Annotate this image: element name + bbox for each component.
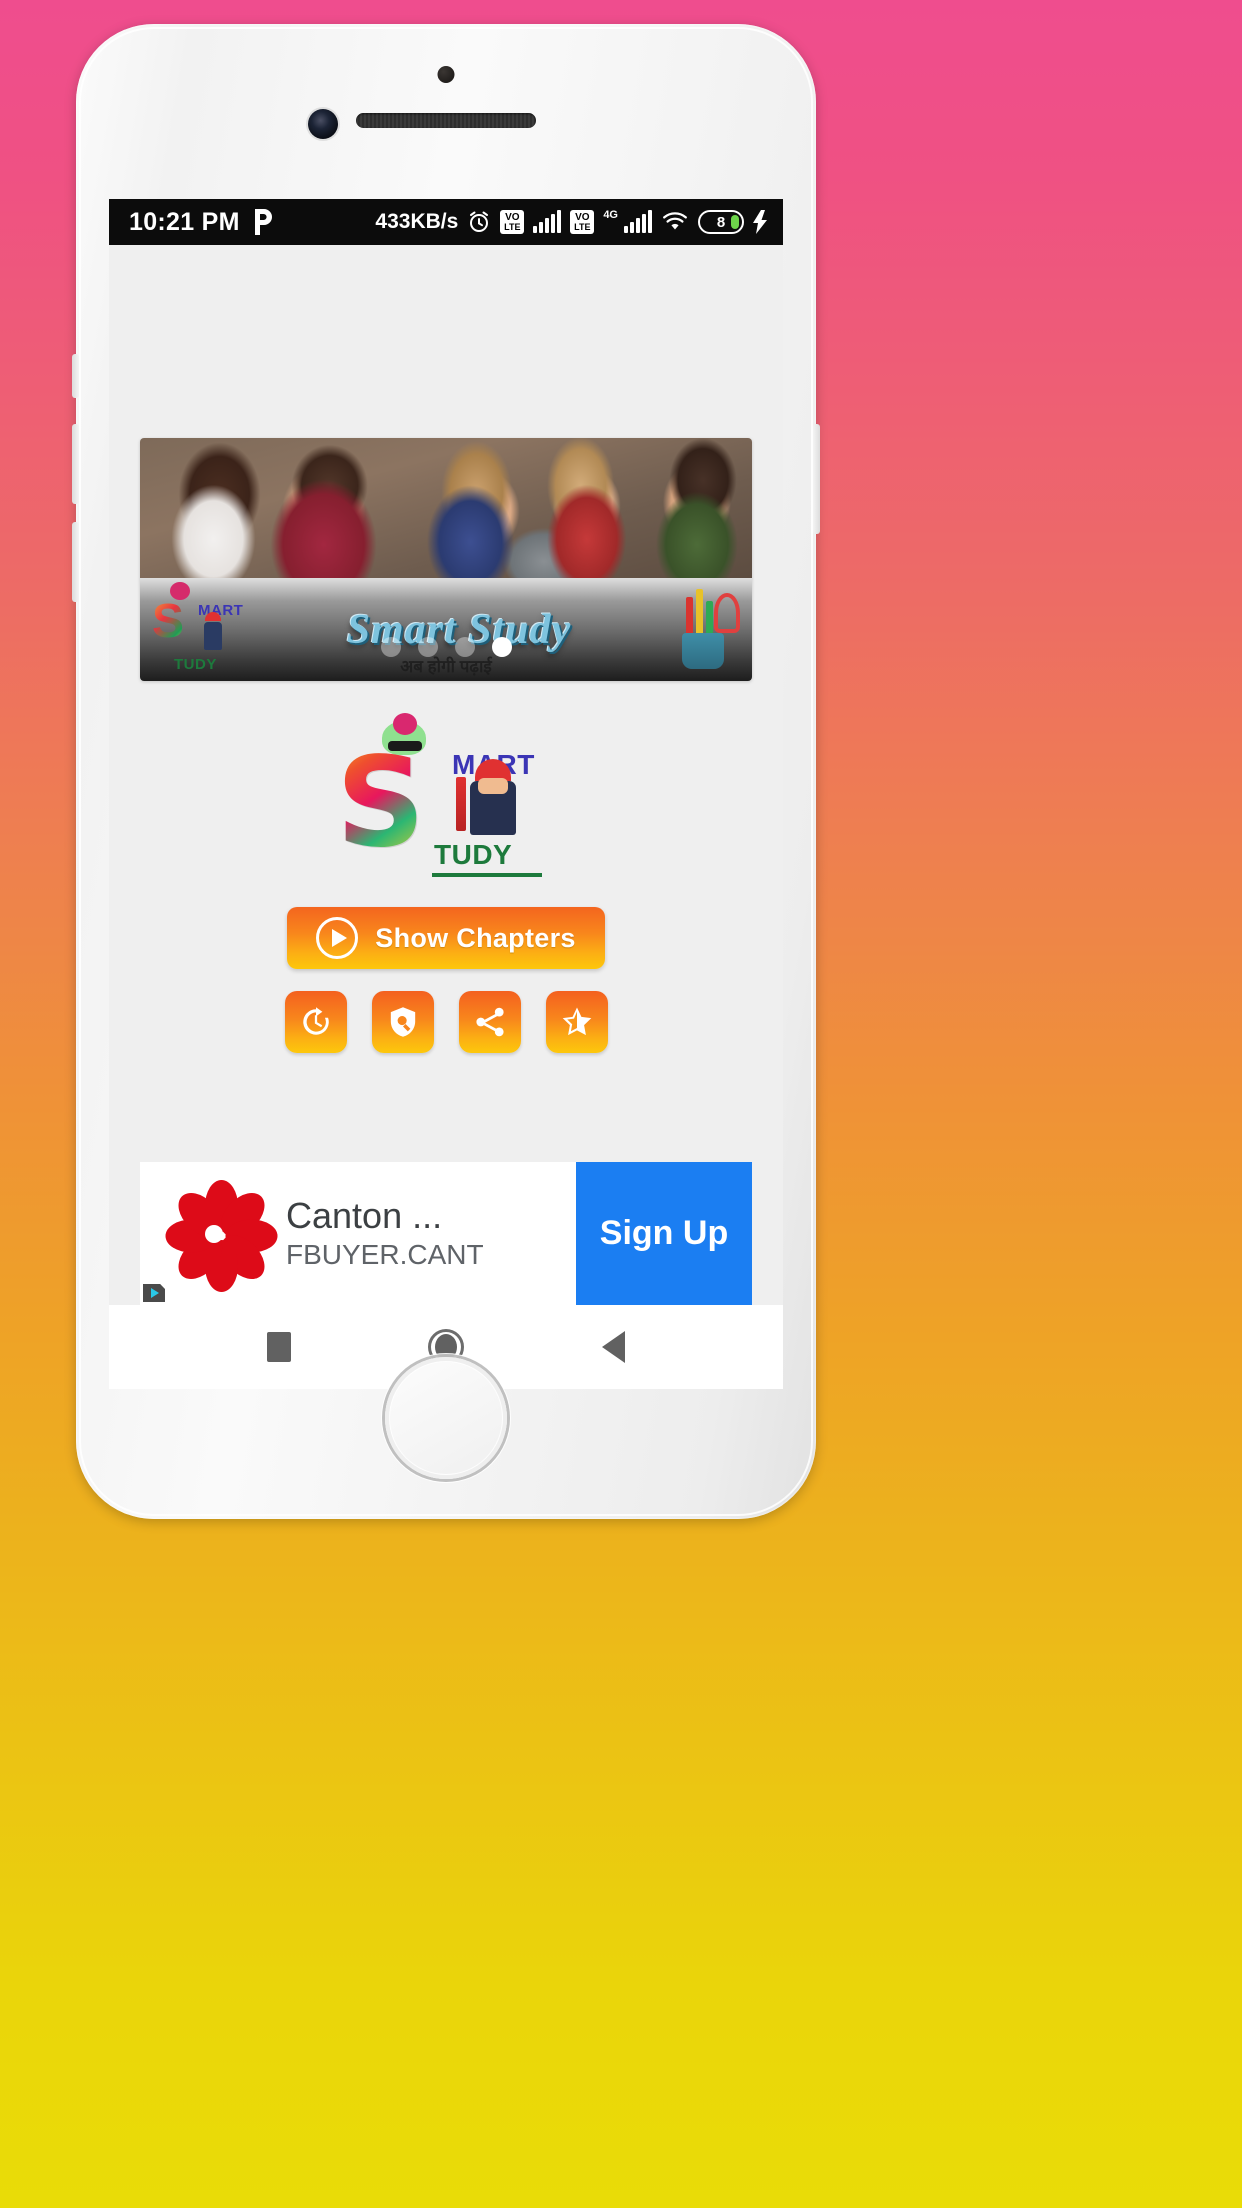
content-top-spacer	[109, 245, 783, 438]
half-star-icon	[562, 1007, 591, 1036]
carousel-dot[interactable]	[380, 637, 401, 657]
battery-indicator: 8	[698, 210, 744, 234]
adchoices-icon[interactable]	[143, 1284, 165, 1302]
show-chapters-label: Show Chapters	[375, 922, 576, 953]
recents-square-icon	[266, 1332, 291, 1362]
carousel-dots[interactable]	[140, 637, 752, 657]
volume-up-button[interactable]	[72, 424, 79, 504]
banner-subtitle: अब होगी पढ़ाई	[400, 657, 492, 676]
carousel-dot[interactable]	[417, 637, 438, 657]
clock: 10:21 PM	[129, 207, 240, 236]
show-chapters-button[interactable]: Show Chapters	[287, 907, 605, 969]
status-bar-left: 10:21 PM	[129, 208, 274, 237]
logo-tudy-text: TUDY	[434, 839, 513, 870]
silent-switch[interactable]	[72, 354, 79, 398]
charging-bolt-icon	[753, 210, 767, 234]
network-speed-label: 433KB/s	[375, 210, 459, 233]
signal-bars-sim2-icon	[624, 210, 652, 233]
status-bar-right: 433KB/s VO LTE VO LTE 4G 8	[375, 209, 767, 234]
home-button[interactable]	[385, 1357, 507, 1479]
privacy-policy-button[interactable]	[371, 991, 434, 1053]
alarm-clock-icon	[470, 211, 489, 232]
nav-back-button[interactable]	[578, 1312, 648, 1382]
carousel-dot-active[interactable]	[491, 637, 512, 657]
front-camera-icon	[308, 109, 338, 139]
ad-url: FBUYER.CANT	[286, 1238, 484, 1270]
app-content: S MART TUDY Smart Study अब होगी पढ़ाई S …	[109, 245, 783, 1305]
ad-text-block: Canton ... FBUYER.CANT	[286, 1194, 484, 1272]
promo-carousel[interactable]: S MART TUDY Smart Study अब होगी पढ़ाई	[140, 438, 752, 681]
battery-level-label: 8	[716, 213, 726, 231]
volte-sim1-icon: VO LTE	[500, 210, 525, 234]
back-triangle-icon	[601, 1331, 625, 1363]
students-photo	[140, 438, 752, 578]
paytm-p-icon	[254, 209, 272, 235]
logo-letter-s: S	[336, 731, 426, 875]
share-button[interactable]	[458, 991, 521, 1053]
app-logo: S MART TUDY	[334, 713, 558, 879]
signal-bars-sim1-icon	[533, 210, 562, 233]
logo-underline	[432, 873, 542, 877]
logo-rod-icon	[456, 777, 466, 831]
shield-search-icon	[390, 1007, 415, 1037]
refresh-clock-icon	[302, 1007, 329, 1035]
earpiece-speaker-icon	[356, 113, 536, 128]
ad-signup-button[interactable]: Sign Up	[576, 1162, 752, 1305]
advertiser-logo-icon	[158, 1178, 278, 1292]
phone-screen: 10:21 PM 433KB/s VO LTE VO LTE 4G 8 S MA…	[109, 199, 783, 1389]
power-button[interactable]	[813, 424, 820, 534]
phone-frame: 10:21 PM 433KB/s VO LTE VO LTE 4G 8 S MA…	[72, 24, 820, 1519]
ad-headline: Canton ...	[286, 1194, 443, 1236]
status-bar: 10:21 PM 433KB/s VO LTE VO LTE 4G 8	[109, 199, 783, 245]
logo-person-icon	[470, 759, 516, 835]
play-circle-icon	[316, 917, 359, 959]
proximity-sensor-icon	[437, 66, 455, 83]
quick-actions-row	[284, 991, 608, 1053]
ad-content[interactable]: Canton ... FBUYER.CANT	[140, 1162, 576, 1305]
volte-sim2-icon: VO LTE	[570, 210, 595, 234]
nav-recents-button[interactable]	[244, 1312, 314, 1382]
carousel-dot[interactable]	[454, 637, 475, 657]
update-button[interactable]	[284, 991, 347, 1053]
volume-down-button[interactable]	[72, 522, 79, 602]
network-generation-label: 4G	[603, 209, 618, 221]
wifi-icon	[663, 212, 687, 230]
ad-banner[interactable]: Canton ... FBUYER.CANT Sign Up	[140, 1162, 752, 1305]
ad-signup-label: Sign Up	[599, 1214, 729, 1252]
share-nodes-icon	[475, 1007, 504, 1037]
rate-button[interactable]	[545, 991, 608, 1053]
